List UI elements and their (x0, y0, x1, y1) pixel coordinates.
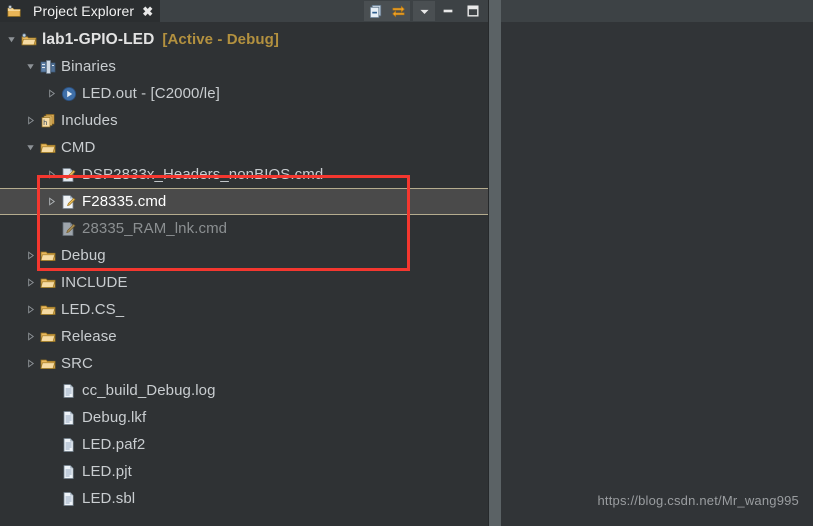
view-menu-button[interactable] (413, 1, 435, 21)
twisty-expanded-icon[interactable] (5, 33, 18, 46)
tree-item-debug[interactable]: Debug (0, 242, 488, 269)
tree-item-label: LED.pjt (82, 463, 132, 480)
tree-item-debug-lkf[interactable]: Debug.lkf (0, 404, 488, 431)
twisty-collapsed-icon[interactable] (24, 249, 37, 262)
tree-item-led-pjt[interactable]: LED.pjt (0, 458, 488, 485)
tree-item-dsp2833x-headers-nonbios-cmd[interactable]: DSP2833x_Headers_nonBIOS.cmd (0, 161, 488, 188)
folder-icon (39, 139, 56, 156)
tab-project-explorer[interactable]: Project Explorer ✖ (0, 0, 161, 22)
file-icon (60, 409, 77, 426)
project-explorer-icon (6, 3, 23, 20)
executable-icon (60, 85, 77, 102)
tree-item-label: LED.paf2 (82, 436, 146, 453)
twisty-expanded-icon[interactable] (24, 141, 37, 154)
tree-item-label: DSP2833x_Headers_nonBIOS.cmd (82, 166, 324, 183)
collapse-all-button[interactable] (366, 2, 386, 20)
tree-item-binaries[interactable]: Binaries (0, 53, 488, 80)
tree-item-label: LED.sbl (82, 490, 136, 507)
file-icon (60, 382, 77, 399)
tree-item-label: Binaries (61, 58, 116, 75)
twisty-collapsed-icon[interactable] (24, 357, 37, 370)
maximize-icon (467, 5, 479, 17)
tree-item-release[interactable]: Release (0, 323, 488, 350)
tree-item-label: Release (61, 328, 117, 345)
folder-icon (39, 355, 56, 372)
twisty-collapsed-icon[interactable] (45, 195, 58, 208)
file-icon (60, 490, 77, 507)
chevron-down-icon (419, 9, 429, 14)
tree-item-label: LED.CS_ (61, 301, 125, 318)
view-toolbar (364, 0, 488, 22)
tree-item-label: Debug.lkf (82, 409, 147, 426)
tree-item-label: cc_build_Debug.log (82, 382, 216, 399)
open-project-icon (20, 31, 37, 48)
toolbar-group-primary (364, 1, 410, 21)
tree-item-28335-ram-lnk-cmd[interactable]: 28335_RAM_lnk.cmd (0, 215, 488, 242)
project-explorer-view: Project Explorer ✖ lab1-GPIO-LED [Active… (0, 0, 488, 526)
tree-item-f28335-cmd[interactable]: F28335.cmd (0, 188, 488, 215)
tree-item-label: INCLUDE (61, 274, 128, 291)
minimize-icon (443, 9, 453, 13)
folder-icon (39, 247, 56, 264)
twisty-collapsed-icon[interactable] (24, 303, 37, 316)
editor-area: https://blog.csdn.net/Mr_wang995 (501, 0, 813, 526)
application-window: Project Explorer ✖ lab1-GPIO-LED [Active… (0, 0, 813, 526)
tree-item-label: CMD (61, 139, 96, 156)
project-tree[interactable]: lab1-GPIO-LED [Active - Debug] Binaries … (0, 22, 488, 526)
twisty-collapsed-icon[interactable] (45, 87, 58, 100)
tree-item-led-paf2[interactable]: LED.paf2 (0, 431, 488, 458)
binaries-icon (39, 58, 56, 75)
twisty-collapsed-icon[interactable] (24, 114, 37, 127)
twisty-collapsed-icon[interactable] (24, 276, 37, 289)
tree-item-label: LED.out - [C2000/le] (82, 85, 220, 102)
linker-command-file-icon (60, 193, 77, 210)
active-configuration: [Active - Debug] (162, 31, 280, 48)
tab-title: Project Explorer (33, 3, 135, 19)
file-icon (60, 463, 77, 480)
link-with-editor-button[interactable] (388, 2, 408, 20)
maximize-button[interactable] (463, 1, 483, 21)
tree-item-include[interactable]: INCLUDE (0, 269, 488, 296)
tree-item-label: Includes (61, 112, 118, 129)
folder-icon (39, 301, 56, 318)
watermark-text: https://blog.csdn.net/Mr_wang995 (597, 493, 799, 508)
tree-item-led-sbl[interactable]: LED.sbl (0, 485, 488, 512)
tree-item-project[interactable]: lab1-GPIO-LED [Active - Debug] (0, 26, 488, 53)
svg-text:h: h (43, 120, 47, 127)
tree-item-label: SRC (61, 355, 93, 372)
tree-item-cc-build-debug-log[interactable]: cc_build_Debug.log (0, 377, 488, 404)
twisty-collapsed-icon[interactable] (45, 168, 58, 181)
minimize-button[interactable] (438, 1, 458, 21)
file-icon (60, 436, 77, 453)
twisty-expanded-icon[interactable] (24, 60, 37, 73)
twisty-collapsed-icon[interactable] (24, 330, 37, 343)
folder-icon (39, 328, 56, 345)
folder-icon (39, 274, 56, 291)
linker-command-file-icon (60, 166, 77, 183)
tree-item-label: Debug (61, 247, 106, 264)
includes-icon: h (39, 112, 56, 129)
tree-item-led-out[interactable]: LED.out - [C2000/le] (0, 80, 488, 107)
editor-tab-strip (501, 0, 813, 22)
sash-divider[interactable] (489, 0, 501, 526)
project-name: lab1-GPIO-LED (42, 30, 155, 48)
linker-command-file-excluded-icon (60, 220, 77, 237)
tree-item-cmd[interactable]: CMD (0, 134, 488, 161)
tree-item-includes[interactable]: h Includes (0, 107, 488, 134)
view-tab-bar: Project Explorer ✖ (0, 0, 488, 22)
close-icon[interactable]: ✖ (142, 5, 153, 18)
tree-item-label: F28335.cmd (82, 193, 167, 210)
tree-item-led-cs[interactable]: LED.CS_ (0, 296, 488, 323)
tree-item-label: 28335_RAM_lnk.cmd (82, 220, 228, 237)
tab-bar-spacer (160, 0, 364, 22)
tree-item-src[interactable]: SRC (0, 350, 488, 377)
